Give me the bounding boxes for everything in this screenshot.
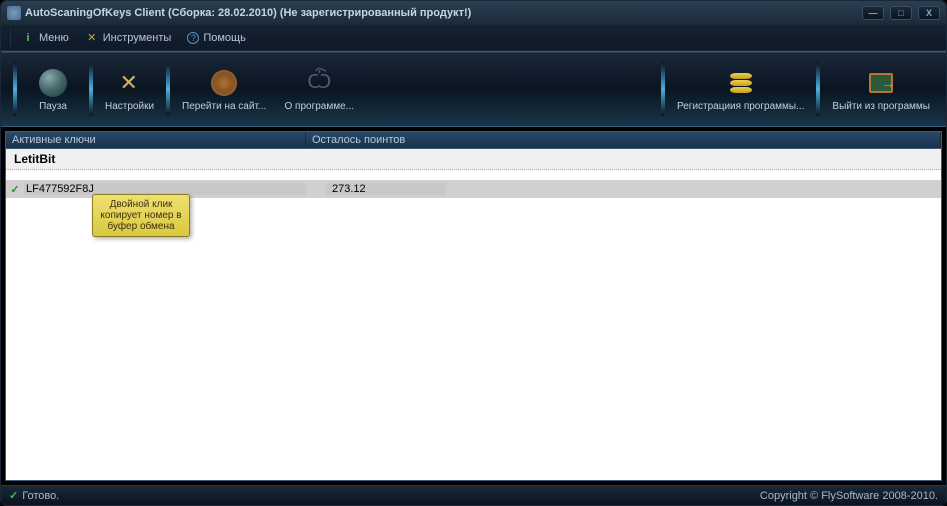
- info-icon: i: [21, 31, 35, 45]
- minimize-button[interactable]: —: [862, 6, 884, 20]
- goto-site-label: Перейти на сайт...: [182, 101, 266, 112]
- statusbar: ✓ Готово. Copyright © FlySoftware 2008-2…: [1, 485, 946, 505]
- table-body: LetitBit ✓ LF477592F8J 273.12 Двойной кл…: [5, 149, 942, 481]
- tools-icon: ✕: [85, 31, 99, 45]
- menu-main[interactable]: i Меню: [15, 28, 75, 48]
- exit-label: Выйти из программы: [832, 101, 930, 112]
- database-icon: [725, 67, 757, 99]
- check-icon: ✓: [6, 183, 24, 196]
- status-text: Готово.: [22, 490, 59, 502]
- column-points[interactable]: Осталось поинтов: [306, 132, 941, 148]
- pause-button[interactable]: Пауза: [21, 56, 85, 122]
- register-button[interactable]: Регистрациия программы...: [669, 56, 812, 122]
- butterfly-icon: Ѽ: [303, 67, 335, 99]
- settings-label: Настройки: [105, 101, 154, 112]
- cell-points: 273.12: [326, 183, 446, 195]
- window-title: AutoScaningOfKeys Client (Сборка: 28.02.…: [25, 7, 862, 19]
- exit-icon: [865, 67, 897, 99]
- toolbar: Пауза Настройки Перейти на сайт... Ѽ О п…: [1, 51, 946, 127]
- pause-label: Пауза: [39, 101, 67, 112]
- globe-icon: [37, 67, 69, 99]
- compass-icon: [208, 67, 240, 99]
- register-label: Регистрациия программы...: [677, 101, 804, 112]
- about-label: О программе...: [285, 101, 355, 112]
- app-icon: [7, 6, 21, 20]
- wrench-icon: [114, 67, 146, 99]
- exit-button[interactable]: Выйти из программы: [824, 56, 938, 122]
- about-button[interactable]: Ѽ О программе...: [274, 56, 364, 122]
- column-keys[interactable]: Активные ключи: [6, 132, 306, 148]
- table-header: Активные ключи Осталось поинтов: [5, 131, 942, 149]
- group-header[interactable]: LetitBit: [6, 149, 941, 170]
- menu-tools[interactable]: ✕ Инструменты: [79, 28, 178, 48]
- tooltip: Двойной клик копирует номер в буфер обме…: [92, 194, 190, 237]
- menu-tools-label: Инструменты: [103, 32, 172, 44]
- menu-help-label: Помощь: [203, 32, 246, 44]
- menu-help[interactable]: ? Помощь: [181, 29, 252, 47]
- help-icon: ?: [187, 32, 199, 44]
- titlebar: AutoScaningOfKeys Client (Сборка: 28.02.…: [1, 1, 946, 25]
- status-check-icon: ✓: [9, 489, 18, 502]
- menu-main-label: Меню: [39, 32, 69, 44]
- menubar: i Меню ✕ Инструменты ? Помощь: [1, 25, 946, 51]
- maximize-button[interactable]: □: [890, 6, 912, 20]
- goto-site-button[interactable]: Перейти на сайт...: [174, 56, 274, 122]
- settings-button[interactable]: Настройки: [97, 56, 162, 122]
- copyright-text: Copyright © FlySoftware 2008-2010.: [760, 490, 938, 502]
- close-button[interactable]: X: [918, 6, 940, 20]
